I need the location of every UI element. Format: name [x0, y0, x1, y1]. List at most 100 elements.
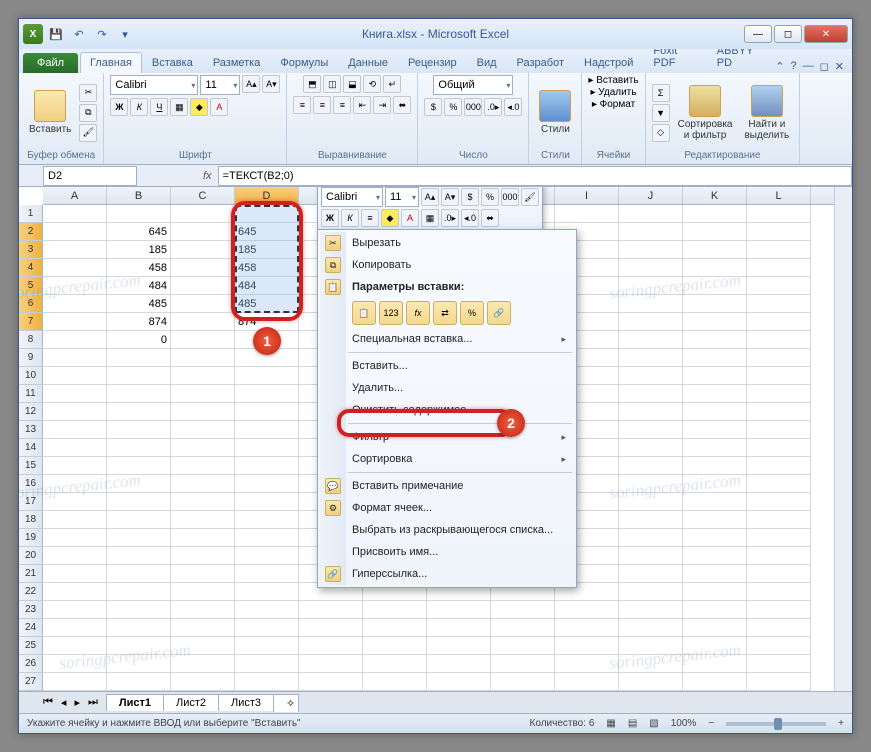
cell[interactable]: [683, 223, 747, 241]
cell[interactable]: [619, 403, 683, 421]
cell[interactable]: [619, 529, 683, 547]
cell[interactable]: [171, 529, 235, 547]
cell[interactable]: [683, 655, 747, 673]
cell[interactable]: [683, 403, 747, 421]
cell[interactable]: [171, 457, 235, 475]
cell[interactable]: [235, 367, 299, 385]
row-header[interactable]: 14: [19, 439, 43, 457]
mt-border-icon[interactable]: ▦: [421, 209, 439, 227]
cell[interactable]: [171, 349, 235, 367]
cell[interactable]: [427, 619, 491, 637]
cell[interactable]: [747, 205, 811, 223]
row-header[interactable]: 5: [19, 277, 43, 295]
redo-icon[interactable]: ↷: [92, 24, 112, 44]
cell[interactable]: [683, 583, 747, 601]
cell[interactable]: [235, 511, 299, 529]
cell[interactable]: [235, 385, 299, 403]
cell[interactable]: [619, 313, 683, 331]
underline-button[interactable]: Ч: [150, 98, 168, 116]
save-icon[interactable]: 💾: [46, 24, 66, 44]
cell[interactable]: [107, 529, 171, 547]
collapse-ribbon-icon[interactable]: ⌃: [775, 60, 784, 73]
cell[interactable]: [43, 547, 107, 565]
align-left-icon[interactable]: ≡: [293, 96, 311, 114]
cell[interactable]: [171, 511, 235, 529]
cell[interactable]: 458: [235, 259, 299, 277]
cell[interactable]: [107, 619, 171, 637]
cell[interactable]: [107, 637, 171, 655]
mt-size-combo[interactable]: 11: [385, 187, 419, 207]
mt-merge-icon[interactable]: ⬌: [481, 209, 499, 227]
cell[interactable]: [235, 565, 299, 583]
cell[interactable]: [619, 277, 683, 295]
cell[interactable]: [619, 457, 683, 475]
row-header[interactable]: 13: [19, 421, 43, 439]
doc-min-icon[interactable]: —: [803, 60, 814, 73]
cell[interactable]: [299, 637, 363, 655]
cell[interactable]: [747, 241, 811, 259]
row-header[interactable]: 2: [19, 223, 43, 241]
cell[interactable]: [171, 475, 235, 493]
cell[interactable]: [555, 601, 619, 619]
align-right-icon[interactable]: ≡: [333, 96, 351, 114]
cell[interactable]: [747, 295, 811, 313]
cell[interactable]: [43, 601, 107, 619]
cell[interactable]: [619, 385, 683, 403]
cell[interactable]: [747, 403, 811, 421]
cell[interactable]: [683, 637, 747, 655]
zoom-in-button[interactable]: +: [838, 718, 844, 729]
tab-developer[interactable]: Разработ: [507, 52, 574, 73]
tab-nav-last-icon[interactable]: ⏭: [84, 696, 106, 709]
cell[interactable]: [171, 637, 235, 655]
cell[interactable]: [683, 619, 747, 637]
cell[interactable]: [619, 637, 683, 655]
cell[interactable]: [683, 367, 747, 385]
cell[interactable]: [107, 583, 171, 601]
cell[interactable]: [107, 601, 171, 619]
undo-icon[interactable]: ↶: [69, 24, 89, 44]
cell[interactable]: [683, 457, 747, 475]
cell[interactable]: [235, 493, 299, 511]
cell[interactable]: [43, 439, 107, 457]
cell[interactable]: [747, 547, 811, 565]
clear-icon[interactable]: ◇: [652, 124, 670, 142]
cell[interactable]: [43, 277, 107, 295]
cell[interactable]: [43, 565, 107, 583]
cell[interactable]: [363, 601, 427, 619]
cell[interactable]: [43, 457, 107, 475]
cell[interactable]: [43, 367, 107, 385]
cell[interactable]: [107, 565, 171, 583]
cell[interactable]: [107, 457, 171, 475]
cell[interactable]: [555, 619, 619, 637]
cell[interactable]: [683, 547, 747, 565]
formula-bar[interactable]: =ТЕКСТ(B2;0): [218, 166, 852, 186]
cm-define-name[interactable]: Присвоить имя...: [320, 541, 574, 563]
cell[interactable]: [171, 421, 235, 439]
cell[interactable]: [43, 529, 107, 547]
row-header[interactable]: 18: [19, 511, 43, 529]
mt-font-color-icon[interactable]: A: [401, 209, 419, 227]
row-header[interactable]: 26: [19, 655, 43, 673]
paste-values-icon[interactable]: 123: [379, 301, 403, 325]
cm-delete[interactable]: Удалить...: [320, 377, 574, 399]
cell[interactable]: [747, 529, 811, 547]
align-center-icon[interactable]: ≡: [313, 96, 331, 114]
row-header[interactable]: 25: [19, 637, 43, 655]
cell[interactable]: [171, 385, 235, 403]
row-header[interactable]: 8: [19, 331, 43, 349]
cell[interactable]: [747, 223, 811, 241]
row-header[interactable]: 19: [19, 529, 43, 547]
tab-file[interactable]: Файл: [23, 53, 78, 73]
column-header[interactable]: I: [555, 187, 619, 204]
worksheet-grid[interactable]: ABCDEFGHIJKL 123456789101112131415161718…: [19, 187, 852, 691]
row-header[interactable]: 12: [19, 403, 43, 421]
row-header[interactable]: 17: [19, 493, 43, 511]
cell[interactable]: [43, 511, 107, 529]
sort-filter-button[interactable]: Сортировка и фильтр: [674, 83, 737, 143]
autosum-icon[interactable]: Σ: [652, 84, 670, 102]
cell[interactable]: [747, 313, 811, 331]
cell[interactable]: [427, 655, 491, 673]
cell[interactable]: [619, 475, 683, 493]
cm-insert-comment[interactable]: 💬Вставить примечание: [320, 475, 574, 497]
cell[interactable]: [171, 565, 235, 583]
